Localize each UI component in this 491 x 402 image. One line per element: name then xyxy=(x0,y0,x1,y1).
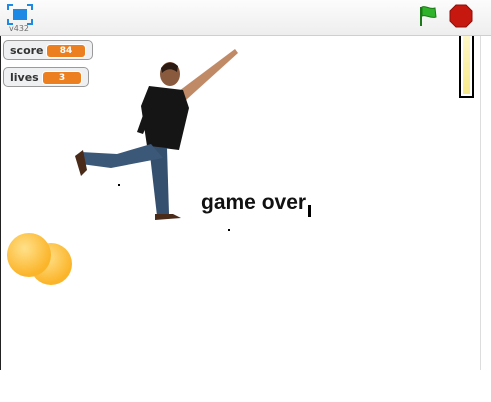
bottom-area xyxy=(0,370,491,402)
game-over-text: game over xyxy=(201,191,307,214)
speck xyxy=(118,184,120,186)
ball-sprite xyxy=(7,233,72,285)
speck xyxy=(228,229,230,231)
stage[interactable]: score 84 lives 3 game over xyxy=(0,36,481,370)
score-label: score xyxy=(10,43,44,57)
stop-sign-icon[interactable] xyxy=(449,4,473,28)
text-cursor xyxy=(308,205,311,217)
fullscreen-icon[interactable] xyxy=(7,4,33,25)
version-label: v432 xyxy=(9,24,30,33)
player-toolbar: v432 xyxy=(0,0,491,36)
green-flag-icon[interactable] xyxy=(416,4,440,28)
lives-label: lives xyxy=(10,70,39,84)
meter-fill xyxy=(463,36,470,94)
meter-sprite xyxy=(459,36,474,98)
